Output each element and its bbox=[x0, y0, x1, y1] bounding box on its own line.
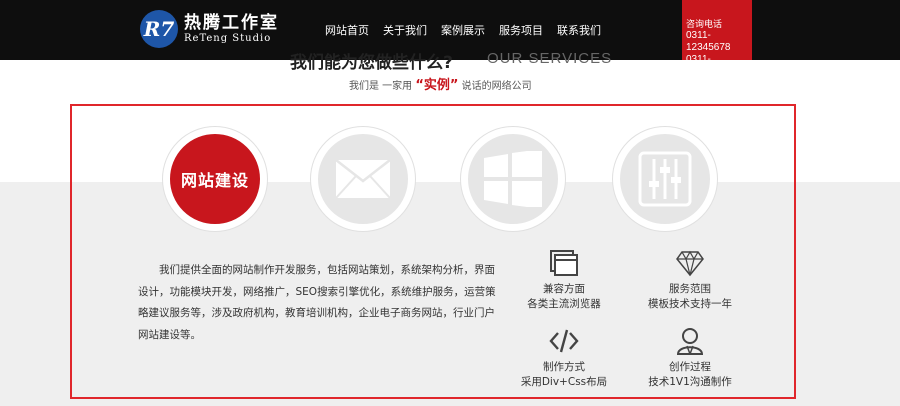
nav-cases[interactable]: 案例展示 bbox=[434, 22, 492, 38]
browser-window-icon bbox=[550, 250, 578, 276]
logo-name-en: ReTeng Studio bbox=[184, 32, 272, 44]
feature-detail: 采用Div+Css布局 bbox=[520, 376, 608, 388]
service-description: 我们提供全面的网站制作开发服务，包括网站策划，系统架构分析，界面设计，功能模块开… bbox=[138, 264, 496, 341]
subtitle-pre: 我们是 一家用 bbox=[349, 81, 413, 92]
feature-title: 服务范围 bbox=[669, 283, 711, 295]
envelope-icon bbox=[335, 159, 391, 199]
hotline-phone-1: 0311-12345678 bbox=[686, 30, 731, 53]
feature-compatibility: 兼容方面 各类主流浏览器 bbox=[494, 246, 634, 312]
nav-services[interactable]: 服务项目 bbox=[492, 22, 550, 38]
hotline-phone-2: 0311-87654321 bbox=[686, 54, 731, 77]
nav-contact[interactable]: 联系我们 bbox=[550, 22, 608, 38]
feature-detail: 模板技术支持一年 bbox=[648, 298, 732, 310]
subtitle-post: 说话的网络公司 bbox=[461, 81, 532, 92]
feature-service-scope: 服务范围 模板技术支持一年 bbox=[620, 246, 760, 312]
feature-process: 创作过程 技术1V1沟通制作 bbox=[620, 324, 760, 390]
service-tab-label: 网站建设 bbox=[180, 171, 249, 190]
nav-home[interactable]: 网站首页 bbox=[318, 22, 376, 38]
service-tab-settings[interactable] bbox=[613, 127, 717, 231]
windows-icon bbox=[484, 151, 542, 207]
diamond-icon bbox=[676, 250, 704, 277]
feature-method: 制作方式 采用Div+Css布局 bbox=[494, 324, 634, 390]
main-nav: 网站首页 关于我们 案例展示 服务项目 联系我们 bbox=[318, 22, 608, 38]
user-icon bbox=[676, 328, 704, 355]
service-tab-website[interactable]: 网站建设 bbox=[163, 127, 267, 231]
sliders-icon bbox=[638, 151, 692, 207]
hotline-box: 咨询电话 0311-12345678 0311-87654321 bbox=[682, 0, 752, 77]
code-icon bbox=[549, 329, 579, 353]
feature-title: 兼容方面 bbox=[543, 283, 585, 295]
feature-detail: 技术1V1沟通制作 bbox=[648, 376, 732, 388]
feature-detail: 各类主流浏览器 bbox=[527, 298, 601, 310]
feature-title: 创作过程 bbox=[669, 361, 711, 373]
logo-name-cn: 热腾工作室 bbox=[184, 13, 279, 34]
nav-about[interactable]: 关于我们 bbox=[376, 22, 434, 38]
service-tab-email[interactable] bbox=[311, 127, 415, 231]
hotline-label: 咨询电话 bbox=[686, 19, 723, 29]
section-subtitle: 我们是 一家用 “实例” 说话的网络公司 bbox=[349, 74, 532, 93]
feature-title: 制作方式 bbox=[543, 361, 585, 373]
section-title-en: OUR SERVICES bbox=[487, 50, 613, 67]
section-title: 我们能为您做些什么? bbox=[290, 53, 453, 73]
logo-badge: R7 bbox=[140, 10, 178, 48]
subtitle-highlight: “实例” bbox=[415, 78, 459, 93]
service-tab-windows[interactable] bbox=[461, 127, 565, 231]
logo[interactable]: R7 热腾工作室 ReTeng Studio bbox=[140, 10, 279, 48]
